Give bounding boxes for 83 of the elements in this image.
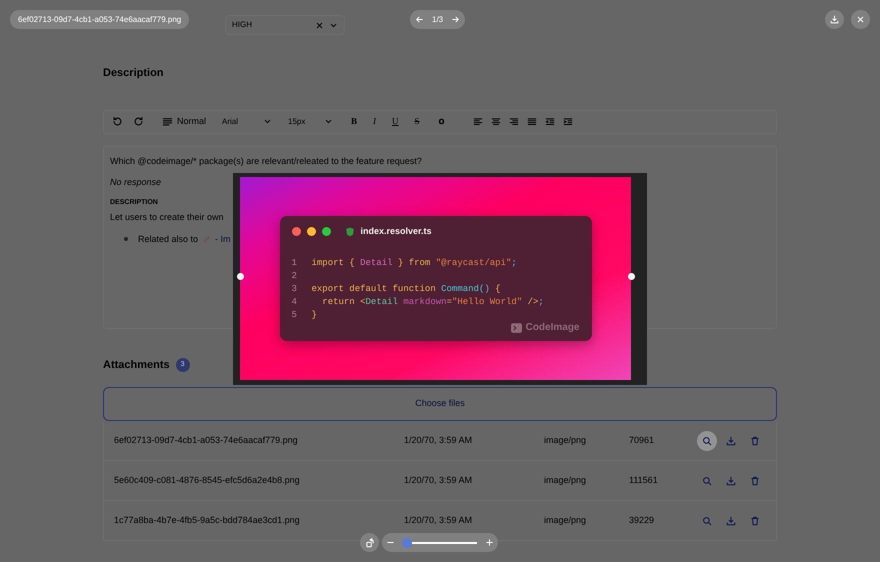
caret-icon[interactable] bbox=[263, 117, 272, 126]
trash-icon[interactable] bbox=[750, 516, 760, 526]
align-right-icon[interactable] bbox=[508, 116, 519, 126]
code-line: import { Detail } from "@raycast/api"; bbox=[312, 256, 517, 270]
page-indicator: 1/3 bbox=[432, 14, 444, 26]
line-number: 3 bbox=[292, 282, 298, 296]
zoom-slider[interactable] bbox=[403, 538, 477, 548]
bold-button[interactable]: B bbox=[351, 117, 358, 126]
paragraph: Let users to create their own bbox=[110, 211, 225, 224]
justify-icon[interactable] bbox=[526, 116, 537, 126]
undo-icon[interactable] bbox=[112, 116, 123, 127]
previous-icon[interactable] bbox=[415, 15, 424, 24]
table-cell-text: image/png bbox=[544, 434, 588, 447]
line-number: 2 bbox=[292, 270, 298, 282]
terminal-icon bbox=[510, 322, 522, 332]
window-dot-icon bbox=[292, 227, 300, 236]
download-button[interactable] bbox=[825, 10, 844, 29]
align-left-icon[interactable] bbox=[472, 116, 483, 126]
style-dropdown[interactable]: Normal bbox=[177, 114, 206, 128]
search-icon[interactable] bbox=[702, 476, 712, 486]
table-cell-text: 6ef02713-09d7-4cb1-a053-74e6aacaf779.png bbox=[114, 434, 299, 447]
download-icon[interactable] bbox=[726, 436, 736, 446]
window-dot-icon bbox=[322, 227, 330, 236]
table-cell-text: 111561 bbox=[629, 474, 659, 487]
paragraph-icon[interactable] bbox=[162, 116, 173, 127]
preview-button[interactable] bbox=[697, 430, 717, 450]
resize-handle[interactable] bbox=[628, 273, 635, 280]
table-cell-text: 70961 bbox=[629, 434, 656, 447]
rocket-icon bbox=[202, 234, 212, 244]
italic-button[interactable]: I bbox=[373, 117, 376, 126]
next-icon[interactable] bbox=[451, 15, 460, 24]
code-line: return <Detail markdown="Hello World" />; bbox=[321, 296, 544, 308]
list-text: Related also to bbox=[138, 232, 198, 246]
table-cell-text: 1c77a8ba-4b7e-4fb5-9a5c-bdd784ae3cd1.png bbox=[114, 514, 301, 527]
download-icon[interactable] bbox=[726, 516, 736, 526]
indent-icon[interactable] bbox=[562, 116, 573, 126]
line-number: 1 bbox=[292, 256, 298, 270]
resize-handle[interactable] bbox=[237, 273, 244, 280]
window-dot-icon bbox=[306, 227, 316, 236]
section-heading: Attachments bbox=[103, 358, 170, 372]
link[interactable]: - Im bbox=[215, 232, 231, 246]
line-number: 5 bbox=[292, 308, 298, 322]
line-number: 4 bbox=[292, 296, 298, 308]
code-line: } bbox=[312, 308, 317, 322]
download-icon[interactable] bbox=[726, 476, 736, 486]
table-cell-text: 1/20/70, 3:59 AM bbox=[404, 434, 474, 447]
strike-button[interactable]: S bbox=[414, 117, 420, 126]
table-cell-text: 5e60c409-c081-4876-8545-efc5d6a2e4b8.png bbox=[114, 474, 301, 487]
underline-button[interactable]: U bbox=[392, 117, 399, 126]
paragraph: No response bbox=[110, 176, 162, 189]
watermark: CodeImage bbox=[526, 321, 580, 335]
table-cell-text: 1/20/70, 3:59 AM bbox=[404, 474, 474, 487]
shield-icon bbox=[344, 226, 354, 237]
choose-files-button[interactable]: Choose files bbox=[103, 387, 777, 421]
table-cell-text: image/png bbox=[544, 474, 588, 487]
rotate-button[interactable] bbox=[360, 533, 379, 552]
clear-icon[interactable] bbox=[315, 20, 324, 30]
bullet-dot bbox=[124, 237, 128, 242]
table-cell-text: image/png bbox=[544, 514, 588, 527]
select-value: HIGH bbox=[232, 19, 253, 31]
caret-icon[interactable] bbox=[324, 117, 334, 126]
size-dropdown[interactable]: 15px bbox=[288, 116, 324, 128]
search-icon[interactable] bbox=[702, 516, 712, 526]
file-name-label: index.resolver.ts bbox=[360, 225, 432, 238]
trash-icon[interactable] bbox=[750, 436, 760, 446]
section-heading: Description bbox=[103, 66, 165, 81]
paragraph: Which @codeimage/* package(s) are relevant/releated to the feature request? bbox=[110, 154, 423, 168]
align-center-icon[interactable] bbox=[490, 116, 501, 126]
table-cell-text: 39229 bbox=[629, 514, 656, 527]
file-name-label: 6ef02713-09d7-4cb1-a053-74e6aacaf779.png bbox=[10, 10, 190, 29]
code-line: export default function Command() { bbox=[312, 282, 501, 296]
close-button[interactable] bbox=[851, 10, 870, 29]
trash-icon[interactable] bbox=[750, 476, 760, 486]
font-dropdown[interactable]: Arial bbox=[222, 116, 264, 128]
slider-thumb[interactable] bbox=[402, 538, 412, 548]
outdent-icon[interactable] bbox=[544, 116, 555, 126]
search-icon[interactable] bbox=[702, 436, 712, 446]
priority-select[interactable]: HIGH bbox=[225, 15, 345, 35]
zoom-in-icon[interactable] bbox=[485, 538, 494, 547]
close-icon[interactable] bbox=[856, 15, 865, 24]
table-cell-text: 1/20/70, 3:59 AM bbox=[404, 514, 474, 527]
rotate-icon[interactable] bbox=[364, 538, 374, 548]
redo-icon[interactable] bbox=[133, 116, 144, 127]
